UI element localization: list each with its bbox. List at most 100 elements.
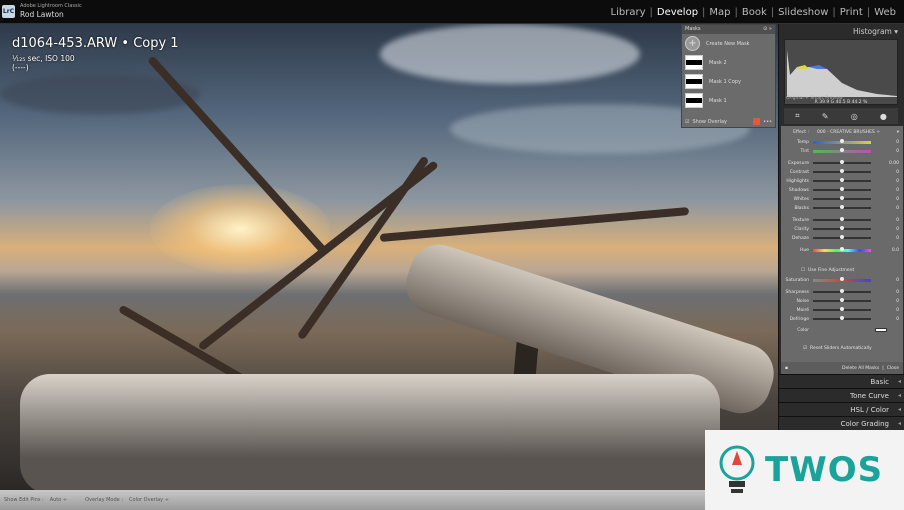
slider-value[interactable]: 0 [896, 236, 899, 241]
more-icon[interactable]: ••• [763, 119, 772, 125]
module-develop[interactable]: Develop [657, 7, 698, 18]
effect-preset-dropdown[interactable]: 000 - CREATIVE BRUSHES ÷ [817, 130, 880, 135]
slider-knob[interactable] [840, 316, 844, 321]
edit-pins-dropdown[interactable]: Auto ÷ [50, 497, 67, 503]
overlay-color-swatch[interactable] [753, 118, 761, 125]
photo-canvas[interactable]: d1064-453.ARW • Copy 1 ¹⁄₁₂₅ sec, ISO 10… [0, 24, 778, 490]
slider-value[interactable]: 0 [896, 140, 899, 145]
slider-knob[interactable] [840, 226, 844, 231]
slider-track[interactable] [813, 160, 871, 165]
mask-item[interactable]: Mask 2 [682, 53, 775, 72]
crop-icon[interactable]: ⌗ [795, 111, 800, 121]
slider-track[interactable] [813, 187, 871, 192]
mask-toggle-icon[interactable]: ▪ [785, 366, 788, 371]
show-overlay-checkbox[interactable]: ☑ [685, 119, 689, 125]
module-library[interactable]: Library [611, 7, 646, 18]
color-swatch[interactable] [875, 328, 887, 332]
slider-exposure[interactable]: Exposure 0.00 [781, 159, 903, 167]
reset-sliders-checkbox[interactable]: ☑ Reset Sliders Automatically [781, 344, 903, 352]
slider-defringe[interactable]: Defringe 0 [781, 315, 903, 323]
slider-track[interactable] [813, 147, 871, 153]
module-slideshow[interactable]: Slideshow [778, 7, 828, 18]
slider-knob[interactable] [840, 138, 844, 143]
slider-track[interactable] [813, 235, 871, 240]
slider-track[interactable] [813, 169, 871, 174]
slider-value[interactable]: 0 [896, 278, 899, 283]
slider-knob[interactable] [840, 178, 844, 183]
slider-track[interactable] [813, 307, 871, 312]
slider-noise[interactable]: Noise 0 [781, 297, 903, 305]
slider-knob[interactable] [840, 196, 844, 201]
slider-track[interactable] [813, 316, 871, 321]
histogram-header[interactable]: Histogram ▾ [853, 27, 898, 36]
slider-track[interactable] [813, 138, 871, 144]
slider-shadows[interactable]: Shadows 0 [781, 186, 903, 194]
slider-whites[interactable]: Whites 0 [781, 195, 903, 203]
slider-value[interactable]: 0 [896, 149, 899, 154]
slider-track[interactable] [813, 289, 871, 294]
slider-knob[interactable] [840, 217, 844, 222]
slider-value[interactable]: 0 [896, 197, 899, 202]
slider-blacks[interactable]: Blacks 0 [781, 204, 903, 212]
slider-knob[interactable] [840, 307, 844, 312]
slider-track[interactable] [813, 217, 871, 222]
slider-track[interactable] [813, 205, 871, 210]
section-hsl-color[interactable]: HSL / Color [779, 402, 904, 416]
slider-track[interactable] [813, 196, 871, 201]
slider-track[interactable] [813, 226, 871, 231]
slider-value[interactable]: 0 [896, 308, 899, 313]
slider-value[interactable]: 0 [896, 317, 899, 322]
slider-value[interactable]: 0 [896, 227, 899, 232]
section-tone-curve[interactable]: Tone Curve [779, 388, 904, 402]
slider-track[interactable] [813, 298, 871, 303]
slider-value[interactable]: 0 [896, 170, 899, 175]
mask-item[interactable]: Mask 1 Copy [682, 72, 775, 91]
user-name[interactable]: Rod Lawton [20, 10, 64, 19]
slider-value[interactable]: 0.0 [892, 248, 899, 253]
slider-value[interactable]: 0.00 [889, 161, 899, 166]
slider-track[interactable] [813, 276, 871, 282]
slider-temp[interactable]: Temp 0 [781, 138, 903, 146]
slider-knob[interactable] [840, 205, 844, 210]
slider-knob[interactable] [840, 160, 844, 165]
slider-value[interactable]: 0 [896, 218, 899, 223]
red-eye-icon[interactable]: ◎ [851, 112, 858, 121]
slider-texture[interactable]: Texture 0 [781, 216, 903, 224]
masks-menu-icon[interactable]: ⊙ » [763, 26, 772, 33]
slider-sharpness[interactable]: Sharpness 0 [781, 288, 903, 296]
slider-contrast[interactable]: Contrast 0 [781, 168, 903, 176]
close-button[interactable]: Close [887, 366, 899, 371]
collapse-icon[interactable]: ▾ [897, 130, 899, 135]
slider-value[interactable]: 0 [896, 188, 899, 193]
delete-all-masks-button[interactable]: Delete All Masks [842, 366, 879, 371]
slider-knob[interactable] [840, 246, 844, 251]
slider-clarity[interactable]: Clarity 0 [781, 225, 903, 233]
masking-icon[interactable]: ● [880, 112, 887, 121]
slider-track[interactable] [813, 178, 871, 183]
fine-adjustment-checkbox[interactable]: ☐ Use Fine Adjustment [781, 266, 903, 274]
slider-track[interactable] [813, 246, 871, 252]
section-color-grading[interactable]: Color Grading [779, 416, 904, 430]
slider-tint[interactable]: Tint 0 [781, 147, 903, 155]
module-web[interactable]: Web [874, 7, 896, 18]
slider-knob[interactable] [840, 169, 844, 174]
slider-knob[interactable] [840, 147, 844, 152]
slider-value[interactable]: 0 [896, 179, 899, 184]
overlay-mode-dropdown[interactable]: Color Overlay ÷ [129, 497, 169, 503]
slider-knob[interactable] [840, 187, 844, 192]
slider-knob[interactable] [840, 298, 844, 303]
section-basic[interactable]: Basic [779, 374, 904, 388]
slider-knob[interactable] [840, 289, 844, 294]
module-print[interactable]: Print [840, 7, 863, 18]
slider-moir[interactable]: Moiré 0 [781, 306, 903, 314]
slider-value[interactable]: 0 [896, 299, 899, 304]
slider-knob[interactable] [840, 235, 844, 240]
slider-hue[interactable]: Hue 0.0 [781, 246, 903, 254]
healing-icon[interactable]: ✎ [822, 112, 829, 121]
slider-knob[interactable] [840, 276, 844, 281]
slider-value[interactable]: 0 [896, 206, 899, 211]
module-map[interactable]: Map [709, 7, 730, 18]
create-new-mask-button[interactable]: + Create New Mask [682, 34, 775, 53]
slider-highlights[interactable]: Highlights 0 [781, 177, 903, 185]
slider-saturation[interactable]: Saturation 0 [781, 276, 903, 284]
